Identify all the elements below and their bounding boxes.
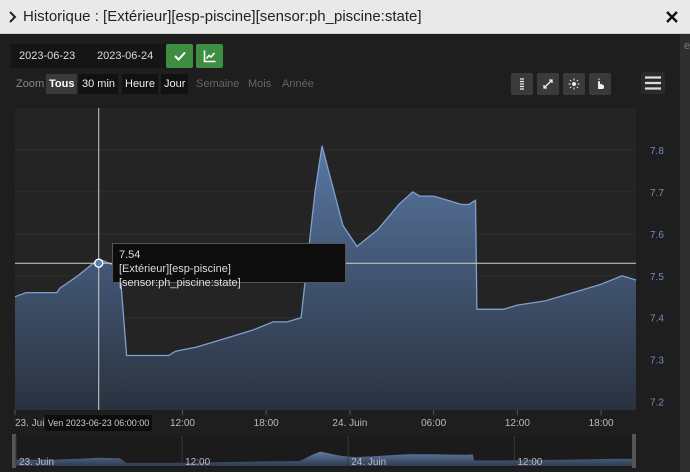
validate-button[interactable] <box>166 44 193 68</box>
variation-button[interactable] <box>537 73 559 95</box>
end-date-input[interactable] <box>89 44 167 68</box>
zoom-label: Zoom <box>16 78 45 90</box>
start-date-input[interactable] <box>11 44 89 68</box>
step-mode-button[interactable] <box>511 73 533 95</box>
tooltip-value: 7.54 <box>119 249 141 261</box>
tracking-button[interactable] <box>589 73 611 95</box>
range-button-30min[interactable]: 30 min <box>79 74 119 94</box>
chart-icon <box>203 50 215 63</box>
range-button-week[interactable]: Semaine <box>193 74 242 94</box>
close-icon[interactable] <box>664 9 680 25</box>
background-page-edge <box>680 34 690 472</box>
tooltip-series-name: [Extérieur][esp-piscine][sensor:ph_pisci… <box>119 263 241 289</box>
range-button-hour[interactable]: Heure <box>122 74 158 94</box>
range-button-all[interactable]: Tous <box>46 74 78 94</box>
arrows-diagonal-icon <box>543 79 553 89</box>
range-button-month[interactable]: Mois <box>245 74 274 94</box>
chart-tooltip: 7.54 [Extérieur][esp-piscine][sensor:ph_… <box>112 243 346 289</box>
range-button-year[interactable]: Année <box>279 74 317 94</box>
step-lines-icon <box>520 78 524 90</box>
crosshair-x-label: Ven 2023-06-23 06:00:00 <box>45 415 152 431</box>
check-icon <box>173 51 186 61</box>
compare-button[interactable] <box>196 44 223 68</box>
average-button[interactable] <box>563 73 585 95</box>
range-button-day[interactable]: Jour <box>161 74 189 94</box>
window-title: Historique : [Extérieur][esp-piscine][se… <box>23 8 422 25</box>
chevron-right-icon[interactable] <box>7 8 19 26</box>
sun-icon <box>568 78 580 90</box>
background-page-text: e <box>684 40 690 52</box>
menu-icon[interactable] <box>641 72 665 94</box>
window-titlebar: Historique : [Extérieur][esp-piscine][se… <box>0 0 690 34</box>
hand-pointer-icon <box>598 78 604 89</box>
